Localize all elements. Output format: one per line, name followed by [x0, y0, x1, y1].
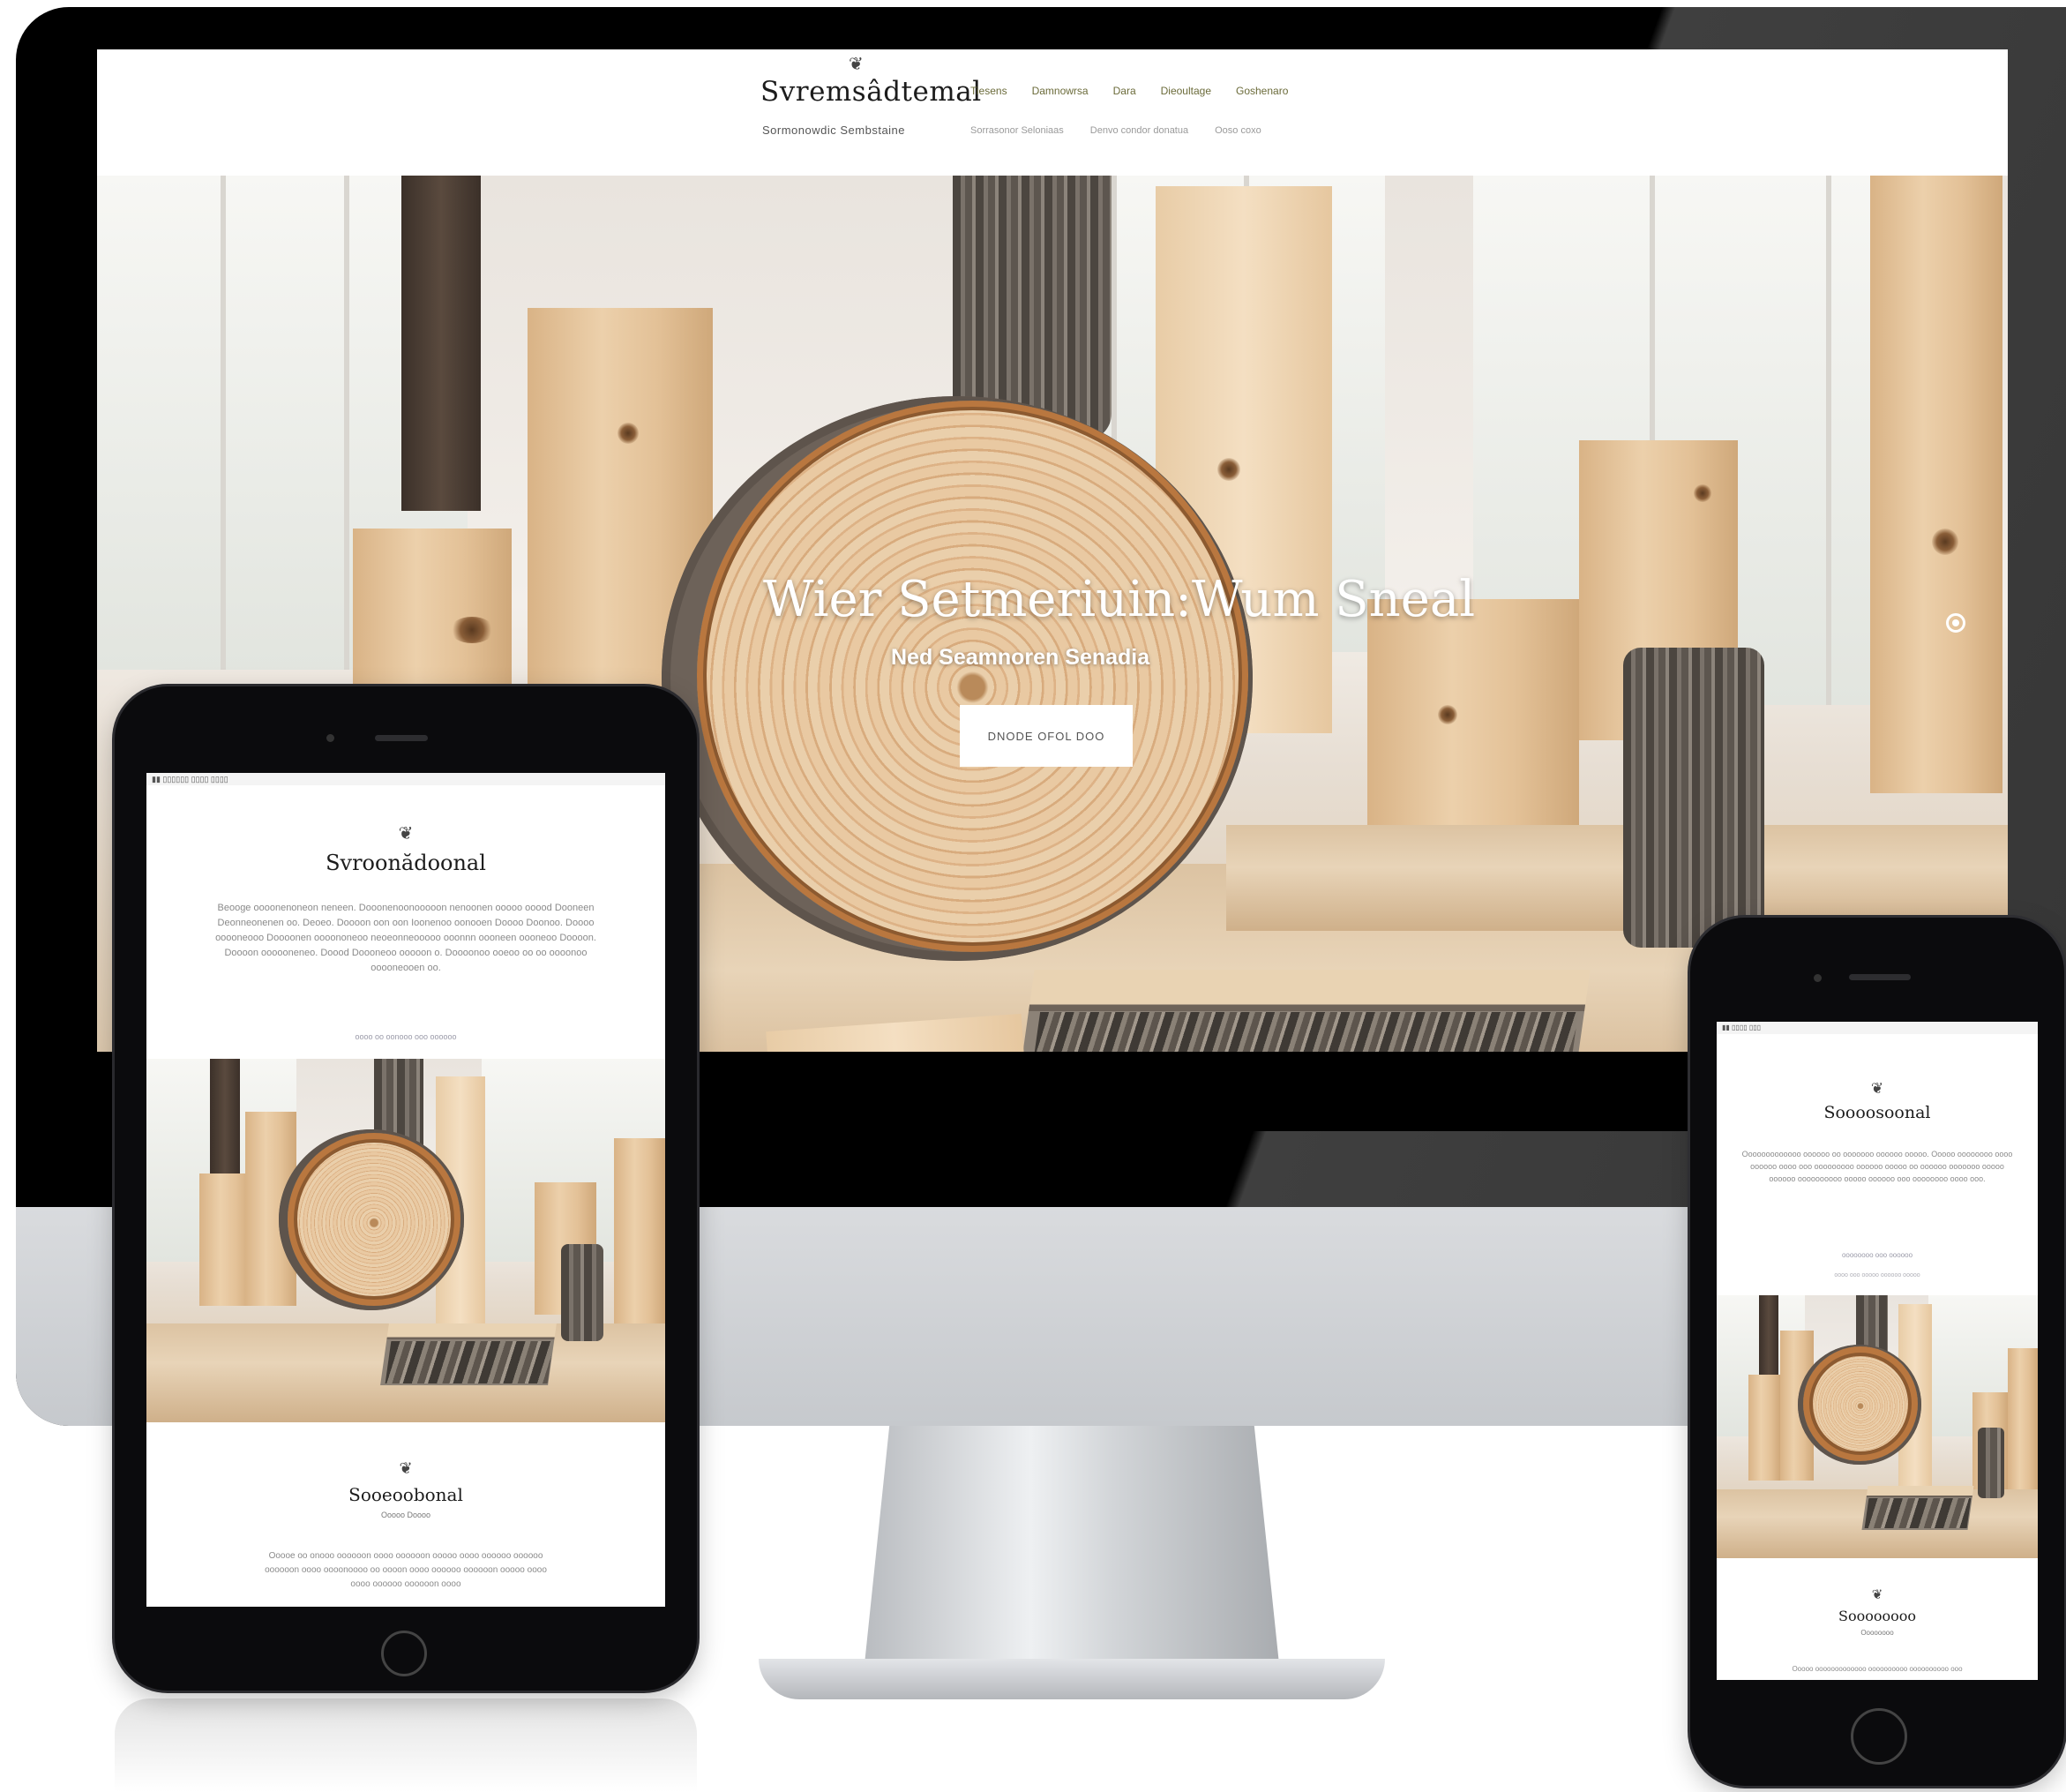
- tablet-section-text: Ooooe oo onooo oooooon oooo oooooon oooo…: [265, 1551, 547, 1589]
- logo-ornament-icon: ❦: [398, 822, 414, 844]
- phone-section-subtitle: Oooooooo: [1860, 1629, 1894, 1637]
- nav-item[interactable]: Dieoultage: [1161, 85, 1211, 97]
- phone-intro-text: Ooooooooooooo oooooo oo ooooooo oooooo o…: [1741, 1150, 2013, 1183]
- phone-status-bar: ▮▮ ▯▯▯▯ ▯▯▯: [1717, 1022, 2038, 1034]
- hero-title: Wier Setmeriuin:Wum Sneal: [763, 571, 1476, 628]
- phone-speaker: [1849, 974, 1911, 980]
- tablet-speaker: [375, 735, 428, 741]
- nav-item[interactable]: Goshenaro: [1236, 85, 1288, 97]
- phone-site-logo[interactable]: Soooosoonal: [1717, 1103, 2038, 1122]
- logo-ornament-icon: ❦: [849, 53, 864, 74]
- sub-nav-item[interactable]: Ooso coxo: [1215, 125, 1261, 136]
- sub-nav-item[interactable]: Sorrasonor Seloniaas: [970, 125, 1064, 136]
- tablet-hero-image: [146, 1059, 665, 1422]
- main-nav: Tiesens Damnowrsa Dara Dieoultage Goshen…: [970, 85, 1288, 97]
- tablet-site-logo[interactable]: Svroonădoonal: [146, 851, 665, 875]
- site-header: ❦ Svremsâdtemal Sormonowdic Sembstaine T…: [97, 49, 2008, 176]
- phone-read-more-link[interactable]: oooooooo ooo oooooo: [1717, 1251, 2038, 1259]
- monitor-stand-base: [759, 1659, 1385, 1699]
- phone-section-text: Ooooo ooooooooooooo oooooooooo ooooooooo…: [1792, 1665, 1963, 1673]
- tablet-intro-text: Beooge oooonenoneon neneen. Dooonenoonoo…: [215, 903, 596, 973]
- tablet-camera-icon: [326, 734, 334, 742]
- nav-item[interactable]: Damnowrsa: [1032, 85, 1089, 97]
- hero-cta-button[interactable]: DNODE OFOL DOO: [960, 705, 1133, 767]
- tablet-home-button[interactable]: [381, 1631, 427, 1676]
- tablet-section-subtitle: Ooooo Doooo: [380, 1511, 431, 1519]
- logo-ornament-icon: ❦: [1871, 1586, 1883, 1602]
- monitor-stand: [865, 1426, 1279, 1664]
- logo-ornament-icon: ❦: [1870, 1080, 1884, 1098]
- logo-ornament-icon: ❦: [399, 1459, 413, 1478]
- tablet-read-more-link[interactable]: oooo oo oonooo ooo oooooo: [146, 1032, 665, 1041]
- phone-section-logo: Soooooooo: [1838, 1608, 1917, 1624]
- tablet-status-bar: ▮▮ ▯▯▯▯▯▯ ▯▯▯▯ ▯▯▯▯: [146, 773, 665, 785]
- nav-item[interactable]: Dara: [1113, 85, 1136, 97]
- tablet-section-logo: Sooeoobonal: [348, 1484, 463, 1505]
- sub-nav: Sorrasonor Seloniaas Denvo condor donatu…: [970, 125, 1261, 136]
- phone-camera-icon: [1814, 974, 1822, 982]
- phone-hero-image: [1717, 1295, 2038, 1558]
- tablet-reflection: [115, 1698, 697, 1792]
- slider-dot-icon[interactable]: [1946, 613, 1965, 633]
- tablet-screen: ▮▮ ▯▯▯▯▯▯ ▯▯▯▯ ▯▯▯▯ ❦ Svroonădoonal Beoo…: [146, 773, 665, 1607]
- phone-screen: ▮▮ ▯▯▯▯ ▯▯▯ ❦ Soooosoonal Ooooooooooooo …: [1717, 1022, 2038, 1680]
- sub-nav-item[interactable]: Denvo condor donatua: [1090, 125, 1188, 136]
- nav-item[interactable]: Tiesens: [970, 85, 1007, 97]
- phone-secondary-link[interactable]: oooo ooo ooooo oooooo ooooo: [1717, 1272, 2038, 1278]
- site-logo[interactable]: Svremsâdtemal: [760, 76, 982, 108]
- phone-home-button[interactable]: [1851, 1708, 1907, 1765]
- site-tagline: Sormonowdic Sembstaine: [762, 124, 906, 137]
- hero-subtitle: Ned Seamnoren Senadia: [891, 645, 1150, 670]
